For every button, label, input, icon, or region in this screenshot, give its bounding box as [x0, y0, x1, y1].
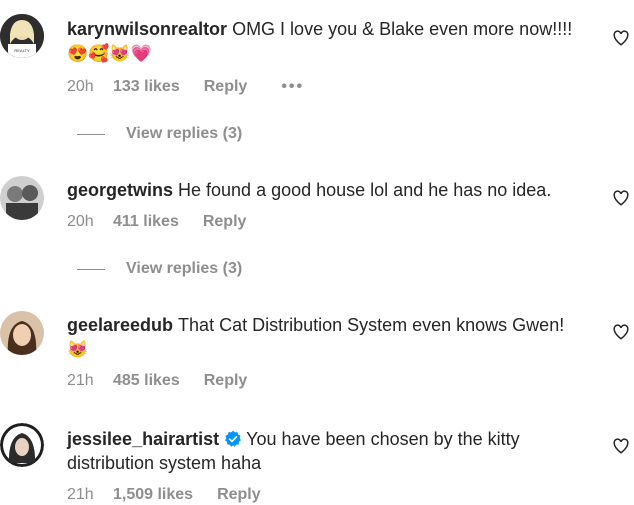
comment-username[interactable]: jessilee_hairartist — [67, 429, 219, 449]
avatar[interactable] — [0, 176, 44, 220]
comment-like-count[interactable]: 485 likes — [113, 372, 180, 390]
avatar[interactable] — [0, 423, 44, 467]
heart-outline-icon[interactable] — [612, 29, 630, 47]
comment-username[interactable]: georgetwins — [67, 180, 173, 200]
comment-text-block: geelareedub That Cat Distribution System … — [67, 313, 587, 362]
reply-button[interactable]: Reply — [217, 486, 261, 504]
avatar[interactable]: REALTY — [0, 14, 44, 58]
view-replies-label: View replies (3) — [126, 260, 243, 277]
reply-button[interactable]: Reply — [204, 372, 248, 390]
heart-outline-icon[interactable] — [612, 189, 630, 207]
comment-emojis: 😻 — [67, 340, 89, 359]
comment-timestamp[interactable]: 21h — [67, 486, 113, 504]
heart-outline-icon[interactable] — [612, 323, 630, 341]
comment-meta: 20h 411 likes Reply — [67, 213, 280, 231]
comment-text-block: jessilee_hairartist You have been chosen… — [67, 427, 587, 475]
comment-username[interactable]: karynwilsonrealtor — [67, 19, 227, 39]
comment-username[interactable]: geelareedub — [67, 315, 173, 335]
comment-text: That Cat Distribution System even knows … — [178, 315, 565, 335]
comment-emojis: 😍🥰😻💗 — [67, 44, 152, 63]
comment-timestamp[interactable]: 20h — [67, 213, 113, 231]
comment-text: OMG I love you & Blake even more now!!!! — [232, 19, 573, 39]
divider-line — [77, 269, 105, 270]
view-replies-label: View replies (3) — [126, 125, 243, 142]
comment-text-block: karynwilsonrealtor OMG I love you & Blake… — [67, 17, 587, 66]
view-replies-button[interactable]: View replies (3) — [0, 258, 634, 282]
avatar[interactable] — [0, 311, 44, 355]
comment-like-count[interactable]: 411 likes — [113, 213, 179, 231]
reply-button[interactable]: Reply — [204, 78, 248, 96]
comment-like-count[interactable]: 133 likes — [113, 78, 180, 96]
comment-meta: 20h 133 likes Reply ••• — [67, 78, 304, 96]
comment-text: He found a good house lol and he has no … — [178, 180, 552, 200]
comment-text-block: georgetwins He found a good house lol and… — [67, 178, 587, 202]
more-options-icon[interactable]: ••• — [281, 78, 304, 96]
view-replies-button[interactable]: View replies (3) — [0, 123, 634, 147]
comment-meta: 21h 1,509 likes Reply — [67, 486, 295, 504]
divider-line — [77, 134, 105, 135]
heart-outline-icon[interactable] — [612, 437, 630, 455]
comment-timestamp[interactable]: 20h — [67, 78, 113, 96]
comment-meta: 21h 485 likes Reply — [67, 372, 281, 390]
comment-timestamp[interactable]: 21h — [67, 372, 113, 390]
comment-like-count[interactable]: 1,509 likes — [113, 486, 193, 504]
svg-text:REALTY: REALTY — [14, 48, 30, 53]
reply-button[interactable]: Reply — [203, 213, 247, 231]
verified-badge-icon — [225, 430, 241, 447]
